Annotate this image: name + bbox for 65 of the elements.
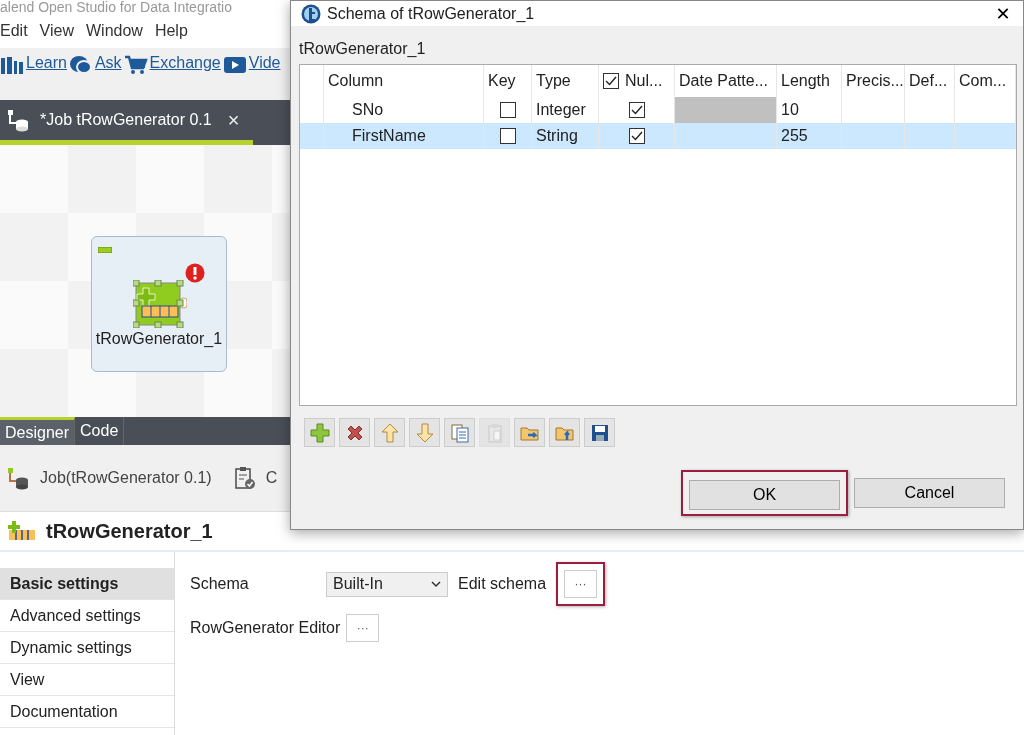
column-header[interactable]: Key	[484, 65, 532, 97]
schema-dropdown[interactable]: Built-In	[326, 571, 448, 597]
dialog-button[interactable]: Cancel	[854, 478, 1005, 508]
menu-item[interactable]: Window	[85, 22, 143, 40]
delete-row-button[interactable]	[339, 418, 370, 447]
settings-nav-item[interactable]: Basic settings	[0, 568, 174, 600]
collapse-icon	[98, 247, 112, 253]
table-cell: String	[532, 123, 599, 149]
checkbox[interactable]	[499, 102, 516, 118]
books-icon	[0, 54, 24, 76]
arrow-down-icon	[414, 422, 435, 443]
chevron-down-icon	[431, 580, 441, 588]
table-cell: FirstName	[324, 123, 484, 149]
documents-icon	[449, 422, 470, 443]
ellipsis-button[interactable]: ···	[346, 614, 380, 642]
dialog-subtitle: tRowGenerator_1	[298, 39, 427, 59]
ellipsis-button[interactable]: ···	[564, 570, 598, 598]
component-icon	[8, 520, 38, 542]
play-icon	[222, 54, 247, 76]
help-link[interactable]: Exchange	[149, 54, 221, 72]
import-button[interactable]	[514, 418, 545, 447]
view-tab[interactable]: Designer	[0, 417, 76, 445]
dialog-button[interactable]: OK	[689, 480, 840, 510]
job-icon	[6, 108, 30, 132]
save-button[interactable]	[584, 418, 615, 447]
menu-item[interactable]: View	[39, 22, 74, 40]
component-title: tRowGenerator_1	[46, 519, 213, 543]
checkbox[interactable]	[499, 128, 516, 144]
plus-icon	[309, 422, 330, 443]
field-label: Edit schema	[458, 575, 547, 593]
table-cell: 255	[777, 123, 842, 149]
column-header[interactable]: Nul...	[625, 72, 663, 90]
app-logo-icon	[301, 3, 321, 24]
field-label: RowGenerator Editor	[190, 619, 341, 637]
node-label: tRowGenerator_1	[94, 330, 224, 348]
column-header[interactable]: Def...	[905, 65, 955, 97]
component-icon	[133, 280, 187, 328]
dialog-title: Schema of tRowGenerator_1	[327, 4, 536, 23]
checkbox[interactable]	[628, 102, 645, 118]
job-title: Job(tRowGenerator 0.1)	[40, 469, 212, 487]
column-header[interactable]: Type	[532, 65, 599, 97]
help-link[interactable]: Ask	[94, 54, 122, 72]
column-header[interactable]: Column	[324, 65, 484, 97]
column-header[interactable]: Com...	[955, 65, 1016, 97]
close-icon[interactable]: ×	[227, 108, 240, 132]
tab-title: C	[265, 469, 278, 487]
job-icon	[6, 466, 30, 490]
export-button[interactable]	[549, 418, 580, 447]
help-link[interactable]: Vide	[248, 54, 281, 72]
close-button[interactable]: ✕	[983, 2, 1023, 25]
window-title: alend Open Studio for Data Integratio	[0, 0, 232, 14]
checkbox[interactable]	[628, 128, 645, 144]
menu-item[interactable]: Edit	[0, 22, 28, 40]
column-header[interactable]: Length	[777, 65, 842, 97]
checkbox[interactable]	[603, 73, 619, 89]
selected-row[interactable]: FirstName String 255	[300, 123, 1016, 149]
clipboard-check-icon	[233, 466, 256, 490]
column-header[interactable]: Precis...	[842, 65, 905, 97]
field-label: Schema	[190, 575, 250, 593]
cart-icon	[123, 54, 148, 76]
component-node[interactable]: tRowGenerator_1	[91, 236, 227, 372]
menu-item[interactable]: Help	[154, 22, 188, 40]
tab-title: *Job tRowGenerator 0.1	[40, 111, 212, 129]
help-link[interactable]: Learn	[26, 54, 67, 72]
arrow-up-icon	[379, 422, 400, 443]
